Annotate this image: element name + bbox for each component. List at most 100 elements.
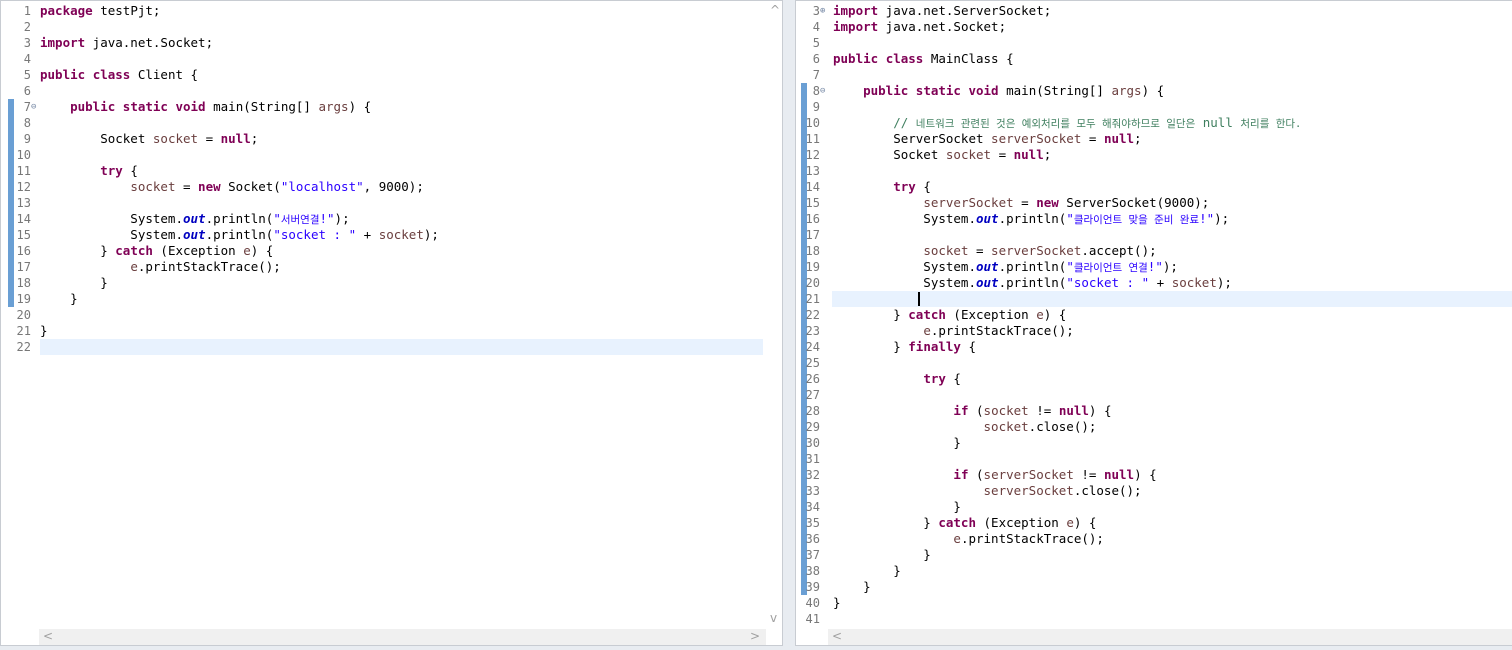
code-text[interactable]: } [833, 435, 961, 451]
code-line[interactable]: 12 Socket socket = null; [796, 147, 1512, 163]
code-text[interactable]: public class MainClass { [833, 51, 1014, 67]
code-text[interactable]: System.out.println("서버연결!"); [40, 211, 349, 228]
code-lines[interactable]: 3 ⊕ import java.net.ServerSocket; 4 import j… [796, 3, 1512, 627]
code-line[interactable]: 18 } [1, 275, 782, 291]
code-text[interactable]: Socket socket = null; [833, 147, 1051, 163]
expand-fold-icon[interactable]: ⊕ [820, 3, 825, 19]
code-line[interactable]: 6 [1, 83, 782, 99]
code-line[interactable]: 11 ServerSocket serverSocket = null; [796, 131, 1512, 147]
code-line[interactable]: 5 public class Client { [1, 67, 782, 83]
code-line[interactable]: 20 System.out.println("socket : " + sock… [796, 275, 1512, 291]
code-text[interactable]: } [833, 547, 931, 563]
code-line[interactable]: 16 System.out.println("클라이언트 맞을 준비 완료!")… [796, 211, 1512, 227]
code-line[interactable]: 4 import java.net.Socket; [796, 19, 1512, 35]
code-line[interactable]: 10 [1, 147, 782, 163]
code-line[interactable]: 29 socket.close(); [796, 419, 1512, 435]
code-line[interactable]: 9 [796, 99, 1512, 115]
code-line[interactable]: 13 [1, 195, 782, 211]
scroll-left-icon[interactable]: < [832, 629, 842, 643]
code-text[interactable]: Socket socket = null; [40, 131, 258, 147]
code-text[interactable]: } catch (Exception e) { [833, 307, 1066, 323]
code-line[interactable]: 14 try { [796, 179, 1512, 195]
code-text[interactable]: public static void main(String[] args) { [40, 99, 371, 115]
code-line[interactable]: 31 [796, 451, 1512, 467]
code-line[interactable]: 24 } finally { [796, 339, 1512, 355]
code-text[interactable]: ServerSocket serverSocket = null; [833, 131, 1141, 147]
code-line[interactable]: 3 import java.net.Socket; [1, 35, 782, 51]
code-line[interactable]: 9 Socket socket = null; [1, 131, 782, 147]
code-line[interactable]: 8 ⊖ public static void main(String[] args… [796, 83, 1512, 99]
code-text[interactable]: if (serverSocket != null) { [833, 467, 1156, 483]
code-text[interactable]: import java.net.Socket; [40, 35, 213, 51]
code-text[interactable]: try { [833, 371, 961, 387]
scroll-down-icon[interactable]: v [770, 611, 777, 625]
code-line[interactable]: 17 [796, 227, 1512, 243]
code-text[interactable]: System.out.println("socket : " + socket)… [833, 275, 1232, 291]
scroll-left-icon[interactable]: < [43, 629, 53, 643]
code-line[interactable]: 17 e.printStackTrace(); [1, 259, 782, 275]
code-lines[interactable]: 1 package testPjt; 2 3 import java.net.Socke… [1, 3, 782, 355]
code-text[interactable]: } [40, 323, 48, 339]
code-line[interactable]: 34 } [796, 499, 1512, 515]
collapse-fold-icon[interactable]: ⊖ [820, 83, 825, 99]
code-line[interactable]: 6 public class MainClass { [796, 51, 1512, 67]
code-line[interactable]: 19 System.out.println("클라이언트 연결!"); [796, 259, 1512, 275]
code-text[interactable]: } finally { [833, 339, 976, 355]
code-text[interactable]: System.out.println("클라이언트 연결!"); [833, 259, 1178, 276]
code-text[interactable]: } [40, 275, 108, 291]
right-code-editor[interactable]: 3 ⊕ import java.net.ServerSocket; 4 import j… [795, 0, 1512, 646]
code-line[interactable]: 11 try { [1, 163, 782, 179]
code-line[interactable]: 2 [1, 19, 782, 35]
code-line[interactable]: 35 } catch (Exception e) { [796, 515, 1512, 531]
code-text[interactable]: socket = new Socket("localhost", 9000); [40, 179, 424, 195]
code-text[interactable]: } [833, 579, 871, 595]
code-line[interactable]: 18 socket = serverSocket.accept(); [796, 243, 1512, 259]
code-text[interactable]: import java.net.Socket; [833, 19, 1006, 35]
code-line[interactable]: 19 } [1, 291, 782, 307]
code-line[interactable]: 22 } catch (Exception e) { [796, 307, 1512, 323]
current-line[interactable]: 21 [806, 291, 1512, 307]
code-text[interactable]: import java.net.ServerSocket; [833, 3, 1051, 19]
code-line[interactable]: 8 [1, 115, 782, 131]
code-line[interactable]: 4 [1, 51, 782, 67]
code-line[interactable]: 15 serverSocket = new ServerSocket(9000)… [796, 195, 1512, 211]
code-text[interactable]: try { [40, 163, 138, 179]
code-text[interactable]: e.printStackTrace(); [40, 259, 281, 275]
code-text[interactable]: } catch (Exception e) { [833, 515, 1096, 531]
code-text[interactable]: public static void main(String[] args) { [833, 83, 1164, 99]
horizontal-scrollbar[interactable]: < [828, 629, 1512, 645]
collapse-fold-icon[interactable]: ⊖ [31, 99, 36, 115]
code-text[interactable]: package testPjt; [40, 3, 160, 19]
code-text[interactable]: serverSocket.close(); [833, 483, 1142, 499]
code-line[interactable]: 36 e.printStackTrace(); [796, 531, 1512, 547]
code-text[interactable]: if (socket != null) { [833, 403, 1111, 419]
code-line[interactable]: 27 [796, 387, 1512, 403]
code-text[interactable]: } [40, 291, 78, 307]
code-line[interactable]: 7 [796, 67, 1512, 83]
code-line[interactable]: 14 System.out.println("서버연결!"); [1, 211, 782, 227]
code-text[interactable]: e.printStackTrace(); [833, 531, 1104, 547]
code-line[interactable]: 12 socket = new Socket("localhost", 9000… [1, 179, 782, 195]
code-text[interactable]: // 네트워크 관련된 것은 예외처리를 모두 해줘야하므로 일단은 null … [833, 115, 1301, 132]
code-line[interactable]: 25 [796, 355, 1512, 371]
code-line[interactable]: 13 [796, 163, 1512, 179]
code-line[interactable]: 26 try { [796, 371, 1512, 387]
code-line[interactable]: 30 } [796, 435, 1512, 451]
code-line[interactable]: 5 [796, 35, 1512, 51]
code-text[interactable]: try { [833, 179, 931, 195]
code-line[interactable]: 16 } catch (Exception e) { [1, 243, 782, 259]
code-line[interactable]: 33 serverSocket.close(); [796, 483, 1512, 499]
code-text[interactable]: e.printStackTrace(); [833, 323, 1074, 339]
code-text[interactable]: System.out.println("클라이언트 맞을 준비 완료!"); [833, 211, 1229, 228]
code-line[interactable]: 32 if (serverSocket != null) { [796, 467, 1512, 483]
code-line[interactable]: 40} [796, 595, 1512, 611]
code-line[interactable]: 7 ⊖ public static void main(String[] args… [1, 99, 782, 115]
horizontal-scrollbar[interactable]: < > [39, 629, 766, 645]
code-line[interactable]: 23 e.printStackTrace(); [796, 323, 1512, 339]
code-text[interactable]: socket.close(); [833, 419, 1097, 435]
code-line[interactable]: 28 if (socket != null) { [796, 403, 1512, 419]
code-line[interactable]: 15 System.out.println("socket : " + sock… [1, 227, 782, 243]
vertical-scrollbar[interactable]: ^ v [766, 1, 782, 629]
code-text[interactable]: serverSocket = new ServerSocket(9000); [833, 195, 1209, 211]
code-line[interactable]: 37 } [796, 547, 1512, 563]
